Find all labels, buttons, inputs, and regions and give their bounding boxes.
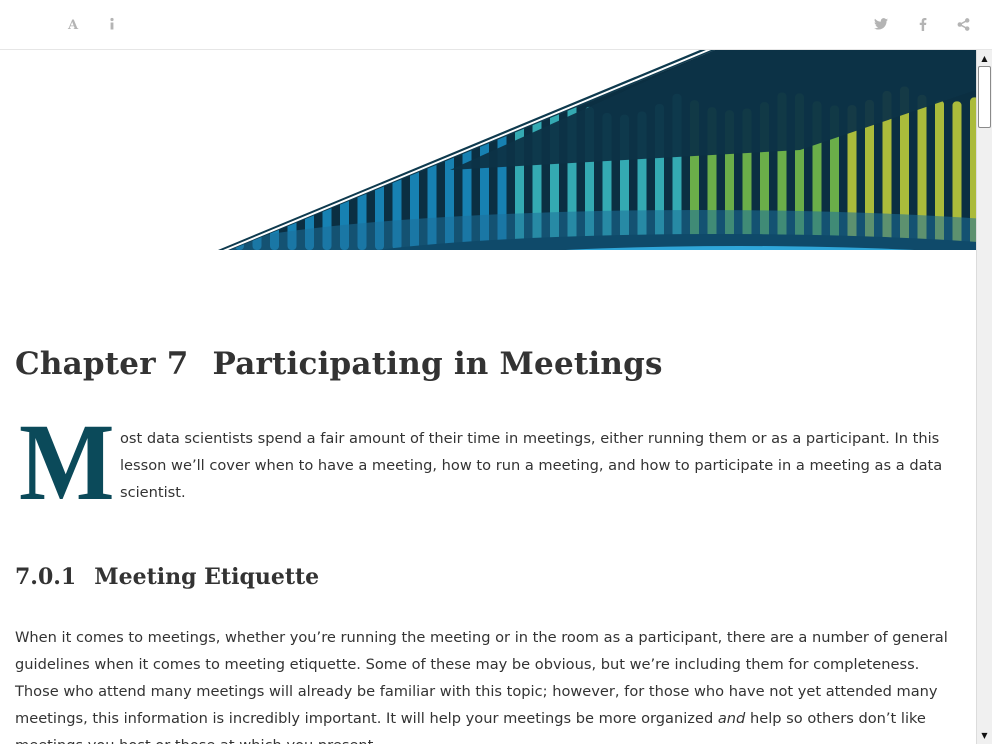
scroll-up-arrow-icon[interactable]: ▲ [979,53,990,64]
drop-cap-letter: M [19,401,115,523]
share-icon[interactable] [953,14,973,34]
info-icon[interactable] [102,14,122,34]
etiquette-paragraph: When it comes to meetings, whether you’r… [15,624,965,744]
chapter-title: Chapter 7 Participating in Meetings [15,346,663,382]
vertical-scrollbar[interactable]: ▲ ▼ [976,50,992,744]
intro-paragraph: ost data scientists spend a fair amount … [120,430,943,501]
facebook-icon[interactable] [913,14,933,34]
top-toolbar: A [0,0,992,50]
chapter-banner-image [0,50,976,250]
chapter-title-text: Participating in Meetings [212,346,663,382]
banner-bar [252,118,262,250]
section-title: 7.0.1 Meeting Etiquette [15,564,319,590]
section-title-text: Meeting Etiquette [94,564,320,590]
chapter-number: Chapter 7 [15,346,189,382]
twitter-icon[interactable] [871,14,891,34]
scrollbar-thumb[interactable] [978,66,991,128]
paragraph-emphasis: and [717,710,746,727]
scroll-down-arrow-icon[interactable]: ▼ [979,730,990,741]
section-number: 7.0.1 [15,564,77,590]
font-settings-icon[interactable]: A [63,14,83,34]
banner-bar [235,110,244,250]
svg-text:A: A [67,18,79,31]
